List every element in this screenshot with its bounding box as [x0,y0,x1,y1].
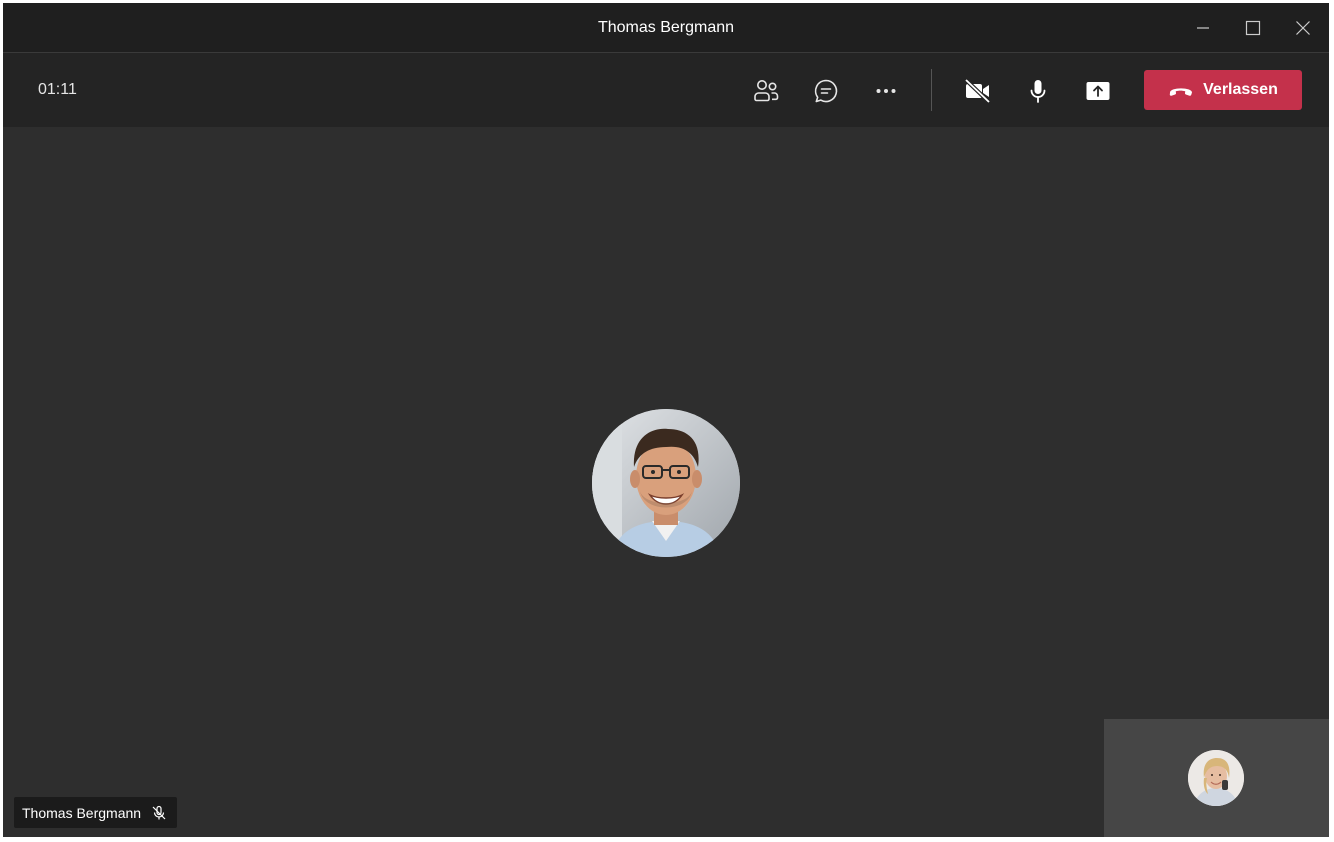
close-icon [1296,20,1310,35]
participants-button[interactable] [746,71,786,111]
toolbar-divider [931,69,932,111]
window-title: Thomas Bergmann [597,19,735,36]
chat-button[interactable] [806,71,846,111]
more-icon [876,89,896,93]
call-toolbar: 01:11 Verlassen [3,53,1329,127]
share-screen-icon [1086,82,1110,100]
minimize-icon [1197,26,1209,29]
chat-icon [814,79,838,103]
people-icon [754,80,779,102]
participant-name-tag: Thomas Bergmann [14,797,178,828]
minimize-button[interactable] [1179,3,1227,52]
maximize-button[interactable] [1229,3,1277,52]
participant-avatar [592,409,740,557]
hang-up-icon [1168,82,1194,98]
microphone-toggle-button[interactable] [1018,71,1058,111]
camera-off-icon [964,78,991,104]
self-avatar [1188,750,1244,806]
call-stage: Thomas Bergmann [3,127,1329,837]
camera-toggle-button[interactable] [958,71,998,111]
participant-name: Thomas Bergmann [22,804,142,821]
share-screen-button[interactable] [1078,71,1118,111]
title-bar: Thomas Bergmann [3,3,1329,53]
leave-label: Verlassen [1203,81,1278,98]
maximize-icon [1245,20,1261,35]
self-view-tile[interactable] [1104,719,1329,837]
microphone-icon [1030,80,1046,103]
close-button[interactable] [1279,3,1327,52]
leave-call-button[interactable]: Verlassen [1144,70,1302,110]
more-options-button[interactable] [866,71,906,111]
teams-call-window: Thomas Bergmann 01:11 Verlassen Thomas B… [3,3,1329,837]
microphone-muted-icon [151,805,167,821]
call-timer: 01:11 [38,81,77,98]
